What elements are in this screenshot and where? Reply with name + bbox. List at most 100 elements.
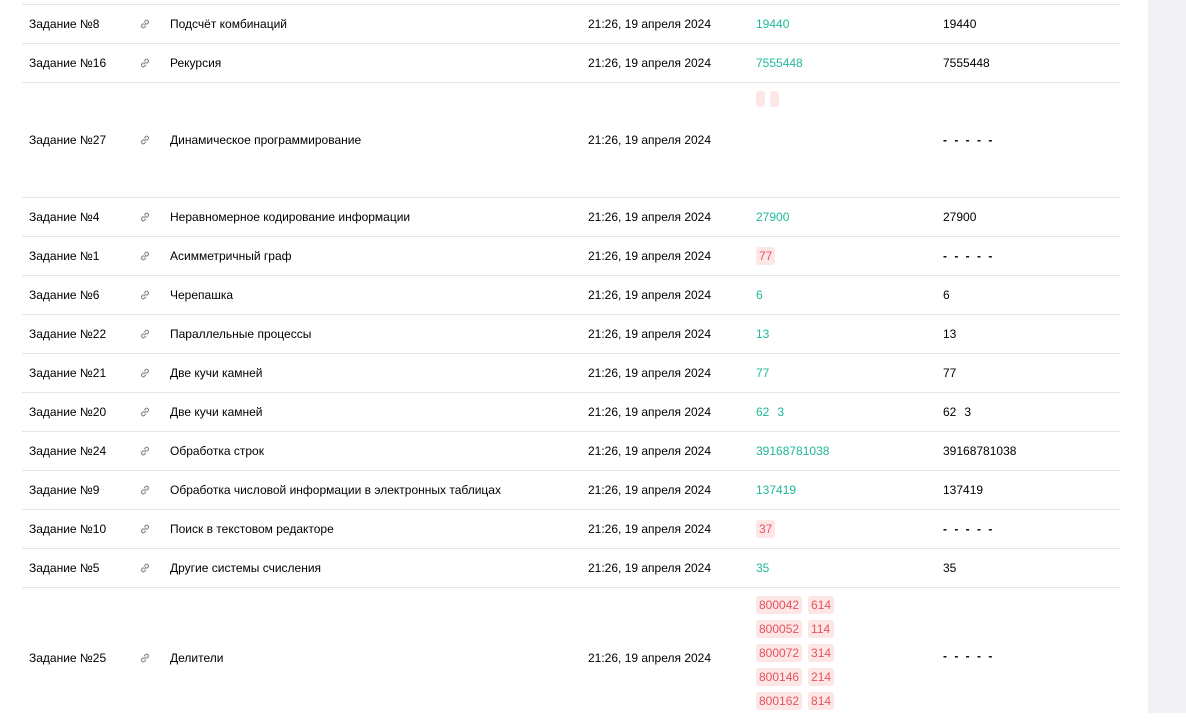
link-icon[interactable] [139, 57, 151, 69]
task-number: Задание №21 [29, 366, 107, 380]
user-answer: 62 3 [756, 405, 792, 419]
task-number: Задание №22 [29, 327, 107, 341]
submit-date: 21:26, 19 апреля 2024 [588, 522, 712, 536]
task-title: Подсчёт комбинаций [170, 17, 287, 31]
task-title: Динамическое программирование [170, 133, 362, 147]
submit-date: 21:26, 19 апреля 2024 [588, 561, 712, 575]
correct-answer: 35 [943, 561, 957, 575]
correct-answer: 27900 [943, 210, 977, 224]
link-icon[interactable] [139, 18, 151, 30]
table-row: Задание №21 Две кучи камней 21:26, 19 ап… [22, 353, 1120, 392]
answer-part: 3 [777, 405, 785, 419]
correct-answer: 7555448 [943, 56, 990, 70]
task-number: Задание №16 [29, 56, 107, 70]
wrong-answer-badge: 800162 [756, 692, 803, 710]
task-title: Обработка числовой информации в электрон… [170, 483, 501, 497]
task-title: Обработка строк [170, 444, 264, 458]
user-answer: 35 [756, 561, 770, 575]
empty-answer-placeholder [756, 91, 779, 107]
table-row: Задание №8 Подсчёт комбинаций 21:26, 19 … [22, 4, 1120, 43]
user-answer: 6 [756, 288, 763, 302]
user-answer: 800042 614 800052 114 800072 314 800146 … [756, 596, 835, 710]
user-answer: 7555448 [756, 56, 803, 70]
link-icon[interactable] [139, 328, 151, 340]
task-number: Задание №10 [29, 522, 107, 536]
table-row: Задание №24 Обработка строк 21:26, 19 ап… [22, 431, 1120, 470]
submit-date: 21:26, 19 апреля 2024 [588, 56, 712, 70]
user-answer: 77 [756, 366, 770, 380]
wrong-answer-badge: 800146 [756, 668, 803, 686]
link-icon[interactable] [139, 652, 151, 664]
table-row: Задание №4 Неравномерное кодирование инф… [22, 197, 1120, 236]
link-icon[interactable] [139, 367, 151, 379]
task-title: Две кучи камней [170, 405, 263, 419]
link-icon[interactable] [139, 484, 151, 496]
wrong-answer-badge: 214 [808, 668, 835, 686]
submit-date: 21:26, 19 апреля 2024 [588, 366, 712, 380]
wrong-answer-badge: 77 [756, 247, 776, 265]
link-icon[interactable] [139, 406, 151, 418]
task-number: Задание №8 [29, 17, 100, 31]
user-answer: 13 [756, 327, 770, 341]
task-number: Задание №27 [29, 133, 107, 147]
submit-date: 21:26, 19 апреля 2024 [588, 210, 712, 224]
submit-date: 21:26, 19 апреля 2024 [588, 444, 712, 458]
link-icon[interactable] [139, 289, 151, 301]
correct-answer: 19440 [943, 17, 977, 31]
correct-answer: 77 [943, 366, 957, 380]
user-answer: 27900 [756, 210, 790, 224]
correct-answer: 6 [943, 288, 950, 302]
submit-date: 21:26, 19 апреля 2024 [588, 288, 712, 302]
link-icon[interactable] [139, 134, 151, 146]
task-number: Задание №24 [29, 444, 107, 458]
table-row: Задание №25 Делители 21:26, 19 апреля 20… [22, 587, 1120, 727]
task-number: Задание №4 [29, 210, 100, 224]
task-title: Рекурсия [170, 56, 222, 70]
user-answer: 39168781038 [756, 444, 830, 458]
wrong-answer-badge: 800072 [756, 644, 803, 662]
task-title: Неравномерное кодирование информации [170, 210, 411, 224]
correct-answer: - - - - - [943, 649, 995, 663]
correct-answer: - - - - - [943, 522, 995, 536]
wrong-answer-badge: 314 [808, 644, 835, 662]
task-title: Черепашка [170, 288, 234, 302]
wrong-answer-badge: 37 [756, 520, 776, 538]
task-number: Задание №1 [29, 249, 100, 263]
table-row: Задание №9 Обработка числовой информации… [22, 470, 1120, 509]
table-row: Задание №5 Другие системы счисления 21:2… [22, 548, 1120, 587]
link-icon[interactable] [139, 250, 151, 262]
submit-date: 21:26, 19 апреля 2024 [588, 483, 712, 497]
wrong-answer-badge: 614 [808, 596, 835, 614]
user-answer: 77 [756, 247, 776, 265]
correct-answer: 39168781038 [943, 444, 1017, 458]
correct-part: 62 [943, 405, 957, 419]
link-icon[interactable] [139, 523, 151, 535]
results-table: Задание №8 Подсчёт комбинаций 21:26, 19 … [22, 4, 1120, 727]
correct-answer: 137419 [943, 483, 984, 497]
task-title: Параллельные процессы [170, 327, 312, 341]
user-answer: 37 [756, 520, 776, 538]
table-row: Задание №22 Параллельные процессы 21:26,… [22, 314, 1120, 353]
wrong-answer-badge: 114 [808, 620, 835, 638]
submit-date: 21:26, 19 апреля 2024 [588, 327, 712, 341]
right-side-panel [1148, 0, 1186, 713]
task-title: Две кучи камней [170, 366, 263, 380]
table-row: Задание №16 Рекурсия 21:26, 19 апреля 20… [22, 43, 1120, 82]
user-answer: 19440 [756, 17, 790, 31]
link-icon[interactable] [139, 562, 151, 574]
task-title: Поиск в текстовом редакторе [170, 522, 334, 536]
task-number: Задание №6 [29, 288, 100, 302]
wrong-answer-badge: 800052 [756, 620, 803, 638]
submit-date: 21:26, 19 апреля 2024 [588, 249, 712, 263]
user-answer: 137419 [756, 483, 797, 497]
submit-date: 21:26, 19 апреля 2024 [588, 17, 712, 31]
table-row: Задание №27 Динамическое программировани… [22, 82, 1120, 197]
table-row: Задание №20 Две кучи камней 21:26, 19 ап… [22, 392, 1120, 431]
correct-answer: - - - - - [943, 133, 995, 147]
wrong-answer-badge: 814 [808, 692, 835, 710]
link-icon[interactable] [139, 445, 151, 457]
correct-answer: - - - - - [943, 249, 995, 263]
submit-date: 21:26, 19 апреля 2024 [588, 650, 712, 665]
submit-date: 21:26, 19 апреля 2024 [588, 133, 712, 147]
link-icon[interactable] [139, 211, 151, 223]
